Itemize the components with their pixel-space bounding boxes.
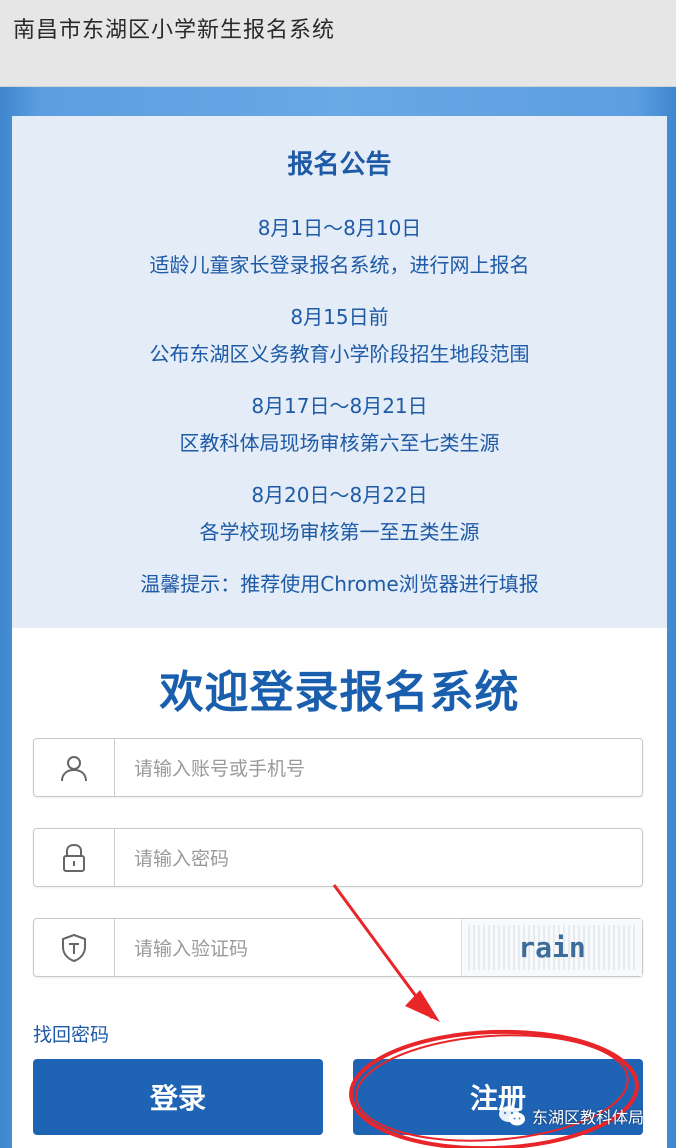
notice-heading: 报名公告 [287,150,392,180]
notice-date-1: 8月1日～8月10日 [257,216,422,240]
notice-text-4: 各学校现场审核第一至五类生源 [199,520,480,544]
captcha-text: rain [518,931,586,964]
notice-text-1: 适龄儿童家长登录报名系统，进行网上报名 [149,253,530,277]
welcome-heading: 欢迎登录报名系统 [159,667,520,718]
password-field[interactable] [33,828,643,888]
login-button[interactable]: 登录 [33,1059,323,1135]
wechat-icon [499,1106,525,1126]
top-bar: 南昌市东湖区小学新生报名系统 [0,0,676,87]
notice-date-2: 8月15日前 [290,305,389,329]
watermark: 东湖区教科体局 [498,1104,644,1128]
browser-tip: 温馨提示：推荐使用Chrome浏览器进行填报 [140,572,539,596]
notice-board: 报名公告 8月1日～8月10日 适龄儿童家长登录报名系统，进行网上报名 8月15… [12,116,667,628]
account-field[interactable] [33,738,643,798]
user-icon [34,739,115,796]
login-panel: 报名公告 8月1日～8月10日 适龄儿童家长登录报名系统，进行网上报名 8月15… [12,116,667,1148]
notice-text-3: 区教科体局现场审核第六至七类生源 [179,431,500,455]
shield-icon [34,919,115,976]
forgot-password-link[interactable]: 找回密码 [33,1020,109,1047]
password-input[interactable] [132,829,606,888]
captcha-image[interactable]: rain [461,919,642,976]
watermark-text: 东湖区教科体局 [532,1108,645,1127]
notice-date-3: 8月17日～8月21日 [251,394,428,418]
captcha-input[interactable] [132,919,436,978]
notice-text-2: 公布东湖区义务教育小学阶段招生地段范围 [149,342,530,366]
captcha-field[interactable]: rain [33,918,643,978]
account-input[interactable] [132,739,606,798]
lock-icon [34,829,115,886]
notice-date-4: 8月20日～8月22日 [251,483,428,507]
page-title: 南昌市东湖区小学新生报名系统 [13,18,336,43]
